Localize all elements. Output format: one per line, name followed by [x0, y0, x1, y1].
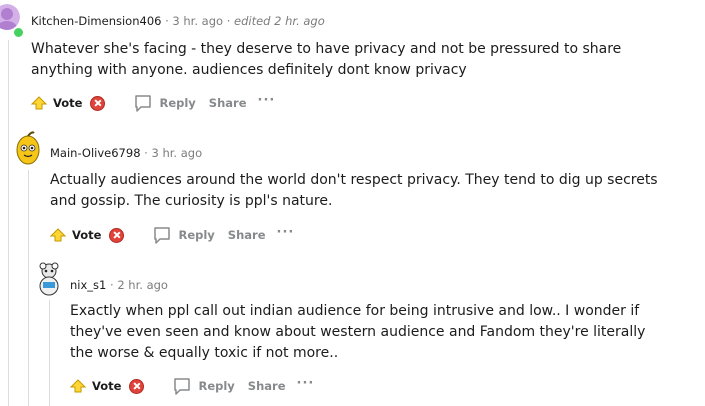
- snoo-banana-avatar-icon: [16, 131, 40, 165]
- comment-text: Whatever she's facing - they deserve to …: [31, 41, 622, 78]
- online-indicator-icon: [12, 26, 25, 39]
- thread-line-level-2[interactable]: [49, 300, 50, 406]
- comment-text: Exactly when ppl call out indian audienc…: [70, 303, 646, 361]
- username-link[interactable]: Main-Olive6798: [50, 146, 141, 160]
- timestamp[interactable]: 3 hr. ago: [151, 146, 202, 160]
- reply-bubble-icon: [174, 378, 191, 395]
- downvote-icon[interactable]: [90, 95, 106, 111]
- reply-label: Reply: [198, 379, 235, 393]
- username-link[interactable]: nix_s1: [70, 278, 106, 292]
- share-button[interactable]: Share: [248, 379, 286, 393]
- upvote-icon[interactable]: [70, 379, 86, 393]
- downvote-icon[interactable]: [129, 378, 145, 394]
- upvote-icon[interactable]: [50, 228, 66, 242]
- comment-text: Actually audiences around the world don'…: [50, 172, 658, 209]
- timestamp[interactable]: 3 hr. ago: [172, 14, 223, 28]
- vote-label: Vote: [92, 379, 122, 393]
- comment-meta: Main-Olive6798 · 3 hr. ago: [50, 146, 202, 160]
- thread-line-level-1[interactable]: [28, 170, 29, 406]
- reply-bubble-icon: [154, 227, 171, 244]
- vote-label: Vote: [53, 96, 83, 110]
- snoo-avatar-icon: [39, 262, 59, 296]
- separator: ·: [144, 146, 148, 160]
- separator: ·: [165, 14, 169, 28]
- reply-bubble-icon: [135, 95, 152, 112]
- share-button[interactable]: Share: [228, 228, 266, 242]
- thread-line-level-0[interactable]: [8, 40, 9, 406]
- comment-actions: Vote Reply Share ···: [70, 375, 314, 397]
- upvote-icon[interactable]: [31, 96, 47, 110]
- reply-button[interactable]: Reply: [172, 376, 235, 396]
- avatar[interactable]: [12, 130, 44, 166]
- comment-meta: nix_s1 · 2 hr. ago: [70, 278, 168, 292]
- more-options-button[interactable]: ···: [297, 376, 315, 391]
- vote-button[interactable]: Vote: [50, 228, 101, 242]
- vote-button[interactable]: Vote: [31, 96, 82, 110]
- separator: ·: [110, 278, 114, 292]
- reply-button[interactable]: Reply: [152, 225, 215, 245]
- downvote-icon[interactable]: [109, 227, 125, 243]
- more-options-button[interactable]: ···: [277, 225, 295, 240]
- more-options-button[interactable]: ···: [258, 93, 276, 108]
- comment-meta: Kitchen-Dimension406 · 3 hr. ago · edite…: [31, 14, 325, 28]
- username-link[interactable]: Kitchen-Dimension406: [31, 14, 161, 28]
- comment-actions: Vote Reply Share ···: [31, 92, 275, 114]
- share-button[interactable]: Share: [209, 96, 247, 110]
- reply-button[interactable]: Reply: [133, 93, 196, 113]
- separator: ·: [226, 14, 231, 28]
- edited-timestamp: edited 2 hr. ago: [234, 14, 325, 28]
- reply-label: Reply: [178, 228, 215, 242]
- vote-button[interactable]: Vote: [70, 379, 121, 393]
- vote-label: Vote: [72, 228, 102, 242]
- comment-actions: Vote Reply Share ···: [50, 224, 294, 246]
- timestamp[interactable]: 2 hr. ago: [117, 278, 168, 292]
- reply-label: Reply: [159, 96, 196, 110]
- avatar[interactable]: [33, 261, 65, 297]
